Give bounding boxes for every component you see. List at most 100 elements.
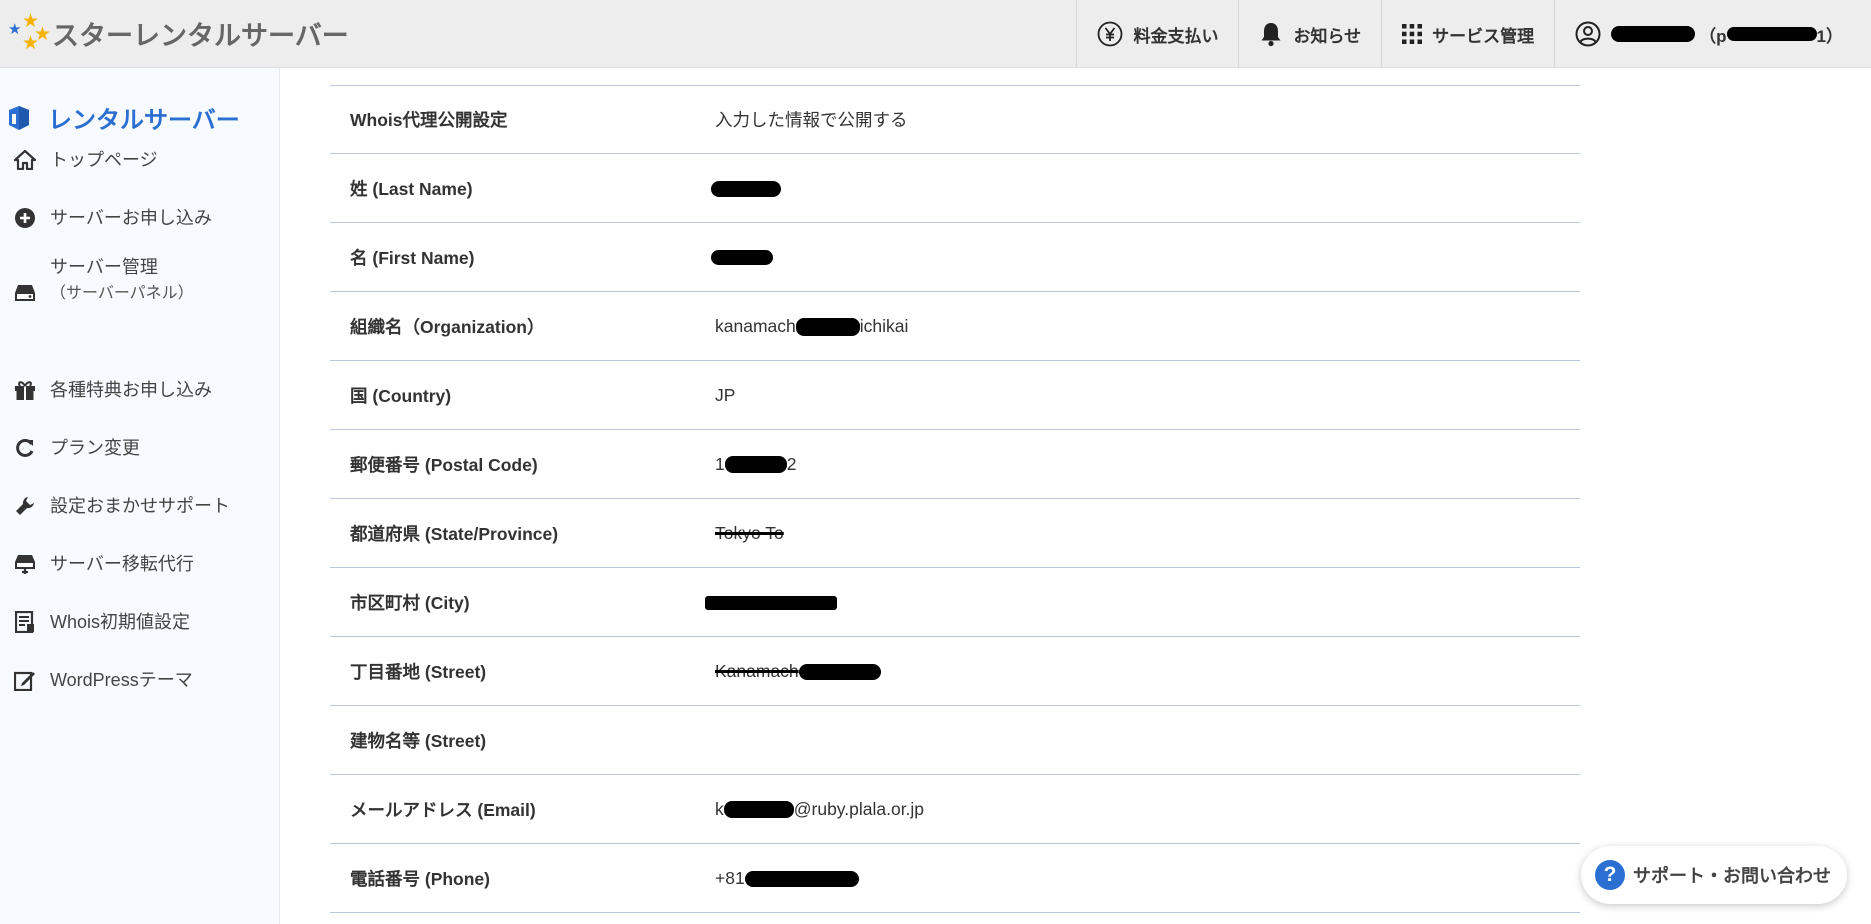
- postal-suffix: 2: [786, 453, 797, 474]
- yen-icon: [1098, 21, 1123, 47]
- sidebar-item-benefits[interactable]: 各種特典お申し込み: [12, 378, 212, 402]
- support-contact-button[interactable]: ? サポート・お問い合わせ: [1581, 846, 1847, 904]
- row-value: k @ruby.plala.or.jp: [715, 799, 924, 820]
- row-value: +81: [715, 868, 859, 889]
- redacted-street: [798, 663, 881, 680]
- table-row: 名 (First Name): [330, 223, 1580, 292]
- whois-info-table: Whois代理公開設定 入力した情報で公開する 姓 (Last Name) 名 …: [330, 85, 1580, 913]
- server-move-icon: [12, 552, 38, 576]
- row-label: 姓 (Last Name): [350, 178, 473, 199]
- site-logo[interactable]: ★ ★ ★ ★ スターレンタルサーバー: [8, 12, 349, 54]
- row-label: 都道府県 (State/Province): [350, 523, 559, 544]
- sidebar-title[interactable]: レンタルサーバー: [8, 100, 240, 135]
- street-prefix: Kanamach: [715, 660, 799, 681]
- row-label: 国 (Country): [350, 385, 452, 406]
- email-prefix: k: [715, 798, 724, 819]
- row-label: 電話番号 (Phone): [350, 868, 490, 889]
- sidebar-item-label: WordPressテーマ: [50, 670, 193, 690]
- organization-suffix: ichikai: [859, 315, 909, 336]
- payment-button[interactable]: 料金支払い: [1076, 0, 1238, 68]
- redacted-last-name: [711, 180, 781, 197]
- service-manage-button[interactable]: サービス管理: [1381, 0, 1554, 68]
- edit-icon: [12, 668, 38, 692]
- sidebar-item-sublabel: （サーバーパネル）: [50, 285, 194, 302]
- server-cube-icon: [9, 105, 29, 130]
- row-value: [711, 247, 773, 268]
- sidebar-item-plan-change[interactable]: プラン変更: [12, 436, 140, 460]
- sidebar-item-label: サーバーお申し込み: [50, 208, 212, 228]
- notice-button[interactable]: お知らせ: [1238, 0, 1381, 68]
- plus-circle-icon: [12, 206, 38, 230]
- sidebar-item-label: 各種特典お申し込み: [50, 380, 212, 400]
- row-label: 丁目番地 (Street): [350, 661, 487, 682]
- sidebar-item-label: トップページ: [50, 150, 158, 170]
- row-value: JP: [715, 384, 736, 405]
- home-icon: [12, 148, 38, 172]
- redacted-first-name: [711, 250, 773, 266]
- redacted-organization: [795, 317, 860, 336]
- row-value: [711, 178, 781, 199]
- payment-label: 料金支払い: [1133, 26, 1219, 46]
- redacted-user-id: [1726, 27, 1817, 41]
- row-label: 市区町村 (City): [350, 592, 470, 613]
- row-label: 組織名（Organization）: [350, 316, 545, 337]
- table-row: 丁目番地 (Street) Kanamach: [330, 637, 1580, 706]
- row-label: 郵便番号 (Postal Code): [350, 454, 538, 475]
- support-label: サポート・お問い合わせ: [1633, 866, 1831, 886]
- sidebar-item-whois-default[interactable]: Whois初期値設定: [12, 610, 190, 634]
- email-suffix: @ruby.plala.or.jp: [793, 798, 925, 819]
- gift-icon: [12, 378, 38, 402]
- table-row: 組織名（Organization） kanamach ichikai: [330, 292, 1580, 361]
- row-value: Tokyo To: [715, 523, 784, 544]
- document-icon: [12, 610, 38, 634]
- wrench-icon: [12, 494, 38, 518]
- user-id-suffix: 1）: [1816, 26, 1843, 46]
- notice-label: お知らせ: [1293, 26, 1362, 46]
- logo-text: スターレンタルサーバー: [52, 20, 349, 51]
- help-question-icon: ?: [1595, 860, 1625, 890]
- sidebar-item-server-migration[interactable]: サーバー移転代行: [12, 552, 194, 576]
- table-row: メールアドレス (Email) k @ruby.plala.or.jp: [330, 775, 1580, 844]
- user-account-button[interactable]: （p 1）: [1554, 0, 1871, 68]
- table-row: 市区町村 (City): [330, 568, 1580, 637]
- sidebar-item-label: サーバー移転代行: [50, 554, 194, 574]
- table-row: 都道府県 (State/Province) Tokyo To: [330, 499, 1580, 568]
- row-value: 入力した情報で公開する: [715, 110, 908, 130]
- top-header: ★ ★ ★ ★ スターレンタルサーバー 料金支払い お知らせ サービス管理 （p 1）: [0, 0, 1871, 68]
- row-value: 12: [715, 454, 796, 475]
- row-value: Kanamach: [715, 661, 881, 682]
- state-value: Tokyo To: [715, 522, 784, 543]
- row-label: 名 (First Name): [350, 247, 475, 268]
- row-label: メールアドレス (Email): [350, 799, 536, 820]
- sidebar-item-label: サーバー管理: [50, 257, 158, 277]
- postal-prefix: 1: [715, 453, 725, 474]
- sidebar-item-top[interactable]: トップページ: [12, 148, 158, 172]
- organization-prefix: kanamach: [715, 315, 796, 336]
- logo-stars-icon: ★ ★ ★ ★: [8, 11, 52, 54]
- table-row: 電話番号 (Phone) +81: [330, 844, 1580, 913]
- redacted-username: [1611, 26, 1696, 42]
- row-value: [705, 592, 837, 613]
- table-row: 建物名等 (Street): [330, 706, 1580, 775]
- refresh-icon: [12, 436, 38, 460]
- sidebar-item-label: 設定おまかせサポート: [50, 496, 230, 516]
- bell-icon: [1261, 23, 1281, 47]
- redacted-city: [705, 595, 837, 610]
- server-icon: [12, 281, 38, 305]
- grid-icon: [1402, 24, 1423, 44]
- table-row: Whois代理公開設定 入力した情報で公開する: [330, 85, 1580, 154]
- table-row: 郵便番号 (Postal Code) 12: [330, 430, 1580, 499]
- service-manage-label: サービス管理: [1432, 26, 1535, 46]
- user-id-prefix: （p: [1699, 26, 1727, 46]
- row-value: kanamach ichikai: [715, 316, 908, 337]
- sidebar-item-server-manage[interactable]: サーバー管理 （サーバーパネル）: [12, 255, 194, 309]
- sidebar-item-server-apply[interactable]: サーバーお申し込み: [12, 206, 212, 230]
- sidebar-item-setup-support[interactable]: 設定おまかせサポート: [12, 494, 230, 518]
- sidebar-item-label: Whois初期値設定: [50, 612, 191, 632]
- redacted-postal-code: [724, 456, 787, 474]
- header-nav: 料金支払い お知らせ サービス管理 （p 1）: [1076, 0, 1871, 68]
- sidebar-item-wordpress-theme[interactable]: WordPressテーマ: [12, 668, 193, 692]
- sidebar-title-label: レンタルサーバー: [48, 107, 240, 134]
- row-label: Whois代理公開設定: [350, 110, 508, 130]
- table-row: 国 (Country) JP: [330, 361, 1580, 430]
